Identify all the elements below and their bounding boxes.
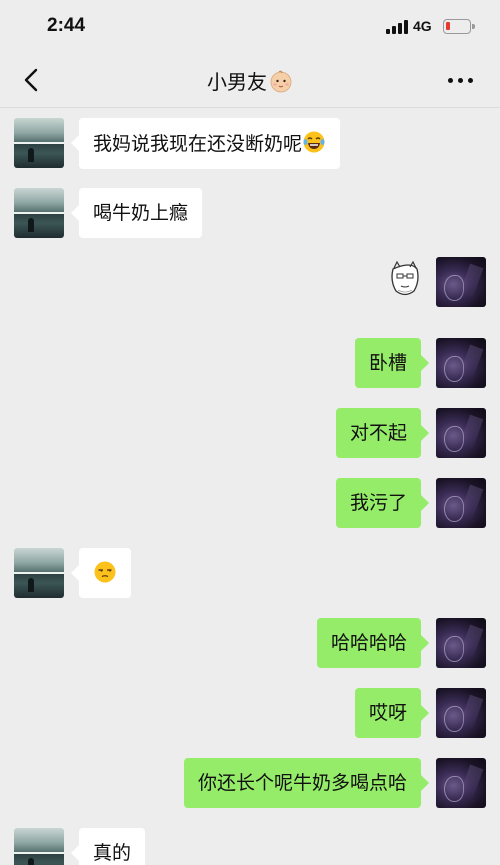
message-bubble[interactable]: 卧槽 (354, 338, 430, 388)
friend-avatar[interactable] (14, 828, 64, 865)
message-received: 真的 (14, 828, 146, 865)
battery-icon (443, 19, 475, 34)
message-sent (388, 257, 486, 307)
more-options-button[interactable] (448, 68, 474, 92)
message-bubble[interactable]: 哎呀 (354, 688, 430, 738)
message-text: 你还长个呢牛奶多喝点哈 (197, 772, 407, 794)
chat-title-text: 小男友 (207, 70, 267, 94)
message-sent: 哎呀 (354, 688, 486, 738)
message-bubble[interactable]: 我妈说我现在还没断奶呢 (70, 118, 341, 169)
message-text: 哈哈哈哈 (330, 632, 407, 654)
my-avatar[interactable] (436, 408, 486, 458)
laughing-tears-icon (303, 131, 325, 153)
message-sent: 对不起 (335, 408, 486, 458)
my-avatar[interactable] (436, 338, 486, 388)
status-bar: 2:44 4G (0, 0, 500, 52)
my-avatar[interactable] (436, 688, 486, 738)
friend-avatar[interactable] (14, 118, 64, 168)
message-text: 真的 (93, 842, 132, 864)
message-received (14, 548, 131, 598)
my-avatar[interactable] (436, 478, 486, 528)
message-text: 我妈说我现在还没断奶呢 (93, 133, 303, 155)
face-sticker-icon[interactable] (388, 259, 422, 297)
message-bubble[interactable]: 喝牛奶上瘾 (70, 188, 203, 238)
message-sent: 卧槽 (354, 338, 486, 388)
my-avatar[interactable] (436, 257, 486, 307)
message-bubble[interactable]: 我污了 (335, 478, 430, 528)
battery-level (446, 22, 450, 30)
message-bubble[interactable] (71, 548, 131, 598)
message-text: 对不起 (349, 422, 407, 444)
chat-message-list[interactable]: 我妈说我现在还没断奶呢 喝牛奶上瘾 卧槽 对不起 我污了 哈哈哈哈 哎呀 你还长… (0, 108, 500, 865)
message-received: 我妈说我现在还没断奶呢 (14, 118, 341, 169)
message-bubble[interactable]: 真的 (70, 828, 146, 865)
chat-header: 小男友 (0, 52, 500, 108)
message-bubble[interactable]: 哈哈哈哈 (316, 618, 430, 668)
my-avatar[interactable] (436, 618, 486, 668)
message-received: 喝牛奶上瘾 (14, 188, 203, 238)
message-sent: 哈哈哈哈 (316, 618, 486, 668)
message-bubble[interactable]: 对不起 (335, 408, 430, 458)
more-dots-icon (448, 78, 453, 83)
friend-avatar[interactable] (14, 548, 64, 598)
message-sent: 我污了 (335, 478, 486, 528)
chat-title[interactable]: 小男友 (0, 66, 500, 95)
message-text: 喝牛奶上瘾 (93, 202, 189, 224)
message-sent: 你还长个呢牛奶多喝点哈 (183, 758, 486, 808)
message-text: 卧槽 (368, 352, 407, 374)
friend-avatar[interactable] (14, 188, 64, 238)
status-time: 2:44 (47, 15, 86, 36)
message-bubble[interactable]: 你还长个呢牛奶多喝点哈 (183, 758, 430, 808)
message-text: 哎呀 (368, 702, 407, 724)
unamused-face-icon (94, 561, 116, 583)
baby-face-icon (270, 70, 292, 93)
my-avatar[interactable] (436, 758, 486, 808)
network-type: 4G (413, 18, 432, 34)
message-text: 我污了 (349, 492, 407, 514)
signal-icon (386, 20, 408, 34)
